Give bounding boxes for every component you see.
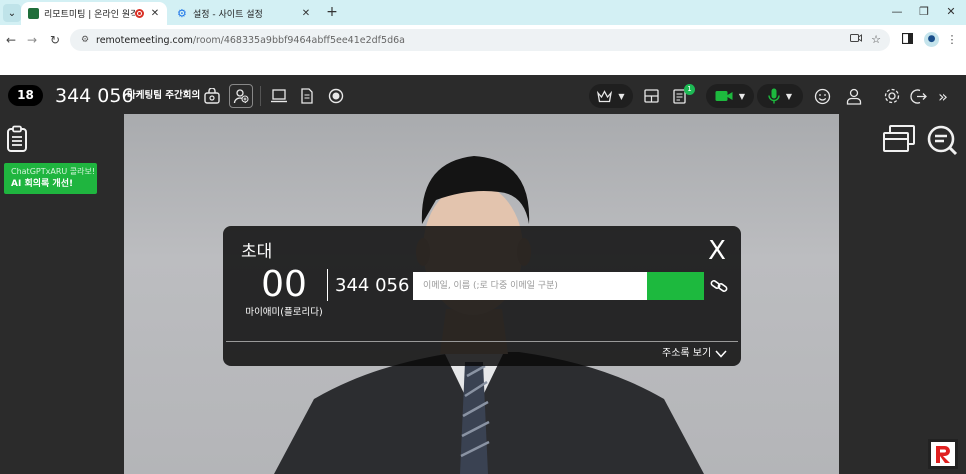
window-layout-icon[interactable]	[882, 124, 916, 154]
settings-gear-icon[interactable]	[881, 85, 903, 107]
chevron-down-icon	[715, 350, 727, 358]
invite-count: 00	[261, 264, 307, 305]
host-crown-button[interactable]: ▼	[589, 84, 633, 108]
url-path: /room/468335a9bbf9464abff5ee41e2df5d6a	[192, 34, 405, 46]
tab-remotemeeting[interactable]: 리모트미팅 | 온라인 원격미 ✕	[21, 2, 167, 25]
chrome-menu-icon[interactable]: ⋮	[945, 33, 959, 47]
reload-icon[interactable]: ↻	[46, 31, 64, 49]
new-tab-plus-icon[interactable]: +	[324, 4, 340, 20]
clipboard-notes-icon[interactable]	[5, 125, 29, 153]
page-top-spacer	[0, 55, 966, 75]
window-restore-icon[interactable]: ❐	[914, 3, 934, 21]
record-icon[interactable]	[325, 85, 347, 107]
tab-title: 리모트미팅 | 온라인 원격미	[44, 10, 135, 20]
invite-modal-title: 초대	[241, 242, 273, 262]
room-number: 344 056	[55, 85, 134, 107]
emoji-reaction-icon[interactable]	[811, 85, 833, 107]
lock-camera-icon[interactable]	[202, 85, 224, 107]
chevron-down-icon: ▼	[738, 91, 746, 101]
profile-avatar-icon[interactable]: ●	[924, 32, 939, 47]
toolbar-divider	[260, 86, 261, 106]
window-close-icon[interactable]: ✕	[941, 3, 961, 21]
camera-in-use-icon[interactable]	[849, 33, 863, 47]
promo-line-1: ChatGPTxARU 콜라보!	[11, 167, 96, 176]
video-camera-icon	[715, 91, 733, 101]
layout-grid-icon[interactable]	[640, 85, 662, 107]
chat-unread-badge: 1	[684, 84, 695, 95]
invite-user-icon[interactable]	[229, 84, 253, 108]
tab-close-icon[interactable]: ✕	[300, 8, 312, 19]
invite-host-name: 마이애미(플로리다)	[245, 307, 323, 318]
modal-divider-line	[226, 341, 738, 342]
url-text: remotemeeting.com/room/468335a9bbf9464ab…	[96, 35, 405, 46]
url-host: remotemeeting.com	[96, 34, 193, 46]
modal-close-button[interactable]: X	[704, 236, 730, 266]
invite-send-button[interactable]	[647, 272, 704, 300]
chevron-down-icon: ▼	[785, 91, 793, 101]
crown-icon	[597, 89, 613, 102]
invite-divider	[327, 269, 328, 301]
tab-settings[interactable]: ⚙ 설정 - 사이트 설정 ✕	[170, 2, 318, 25]
chat-search-icon[interactable]	[926, 124, 958, 156]
remotemeeting-favicon-icon	[28, 8, 39, 19]
forward-arrow-icon[interactable]: →	[23, 31, 41, 49]
invite-email-input[interactable]	[413, 272, 647, 300]
site-info-icon[interactable]: ⚙	[78, 35, 92, 45]
participants-user-icon[interactable]	[843, 85, 865, 107]
copy-link-icon[interactable]	[709, 277, 729, 295]
address-book-toggle[interactable]: 주소록 보기	[662, 346, 727, 362]
microphone-icon	[768, 88, 780, 104]
remotemeeting-logo-icon	[928, 439, 958, 469]
promo-line-2: AI 회의록 개선!	[11, 179, 74, 189]
window-minimize-icon[interactable]: —	[887, 3, 907, 21]
back-arrow-icon[interactable]: ←	[2, 31, 20, 49]
side-panel-icon[interactable]	[900, 32, 914, 47]
invite-room-number: 344 056	[335, 275, 410, 296]
tab-close-icon[interactable]: ✕	[149, 8, 161, 19]
address-bar[interactable]: ⚙ remotemeeting.com/room/468335a9bbf9464…	[70, 29, 890, 51]
address-book-label: 주소록 보기	[662, 348, 712, 359]
camera-toggle-button[interactable]: ▼	[706, 84, 754, 108]
settings-gear-favicon-icon: ⚙	[177, 7, 187, 20]
bookmark-star-icon[interactable]: ☆	[869, 33, 883, 47]
tab-title: 설정 - 사이트 설정	[193, 10, 263, 20]
room-name: 마케팅팀 주간회의	[127, 90, 201, 101]
participant-count[interactable]: 18	[8, 85, 43, 106]
microphone-toggle-button[interactable]: ▼	[757, 84, 803, 108]
tab-search-button[interactable]: ⌄	[3, 4, 21, 22]
chevron-down-icon: ▼	[618, 91, 625, 101]
right-side-panel	[839, 114, 966, 474]
screen-share-laptop-icon[interactable]	[268, 85, 290, 107]
leave-exit-icon[interactable]	[907, 85, 929, 107]
document-share-icon[interactable]	[296, 85, 318, 107]
ai-minutes-promo-banner[interactable]: ChatGPTxARU 콜라보! AI 회의록 개선!	[4, 163, 97, 194]
double-chevron-right-icon[interactable]: »	[932, 85, 954, 107]
recording-indicator-icon	[135, 9, 144, 18]
